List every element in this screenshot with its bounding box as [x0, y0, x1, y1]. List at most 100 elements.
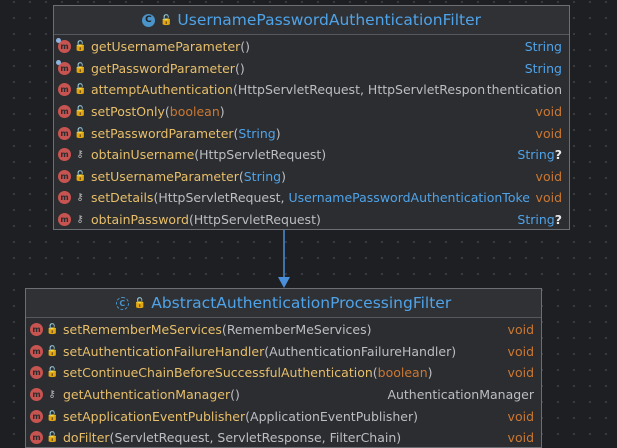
method-signature: getPasswordParameter() — [91, 61, 519, 76]
return-type: Authentication — [486, 82, 562, 97]
return-type-text: void — [535, 104, 562, 120]
method-icon: m — [58, 213, 71, 227]
method-signature: setPasswordParameter(String) — [91, 126, 530, 141]
param-type: HttpServletRequest — [199, 147, 322, 163]
method-icon: m — [30, 409, 43, 423]
close-paren: ) — [234, 387, 240, 403]
protected-key-icon: ⚷ — [76, 192, 84, 204]
method-row[interactable]: m 🔓 setPostOnly(boolean) void — [54, 101, 569, 123]
method-icon: m — [56, 38, 71, 54]
close-paren: ) — [275, 125, 281, 141]
param-type: HttpServletResponse — [367, 82, 486, 98]
method-row[interactable]: m 🔓 getPasswordParameter() String — [54, 58, 569, 80]
class-title: UsernamePasswordAuthenticationFilter — [177, 11, 482, 29]
method-row[interactable]: m 🔓 doFilter(ServletRequest, ServletRespon… — [26, 427, 541, 447]
abstract-class-icon: C — [115, 296, 129, 310]
method-icon: m — [58, 169, 71, 183]
public-lock-icon: 🔓 — [74, 84, 87, 96]
method-icon: m — [30, 388, 43, 402]
method-signature: getUsernameParameter() — [91, 39, 519, 54]
close-paren: ) — [427, 365, 433, 381]
method-icon: m — [58, 105, 71, 119]
method-signature: setDetails(HttpServletRequest, UsernameP… — [91, 190, 530, 205]
method-icon: m — [56, 59, 71, 75]
public-lock-icon: 🔓 — [46, 345, 59, 357]
method-row[interactable]: m 🔓 setPasswordParameter(String) void — [54, 122, 569, 144]
method-row[interactable]: m ⚷ obtainPassword(HttpServletRequest) Stri… — [54, 209, 569, 229]
return-type: void — [530, 169, 562, 184]
public-lock-icon: 🔓 — [159, 14, 173, 26]
method-list: m 🔓 getUsernameParameter() String m 🔓 getPassw… — [54, 35, 569, 229]
class-box-username-password-authentication-filter[interactable]: C 🔓 UsernamePasswordAuthenticationFilter… — [53, 5, 570, 230]
method-signature: getAuthenticationManager() — [63, 387, 381, 402]
class-header: C 🔓 UsernamePasswordAuthenticationFilter — [54, 6, 569, 35]
return-type: void — [530, 190, 562, 205]
param-separator: , — [359, 82, 368, 98]
method-name: attemptAuthentication — [91, 82, 233, 98]
protected-key-icon: ⚷ — [48, 389, 56, 401]
method-row[interactable]: m 🔓 getUsernameParameter() String — [54, 36, 569, 58]
method-row[interactable]: m 🔓 setApplicationEventPublisher(Applicati… — [26, 405, 541, 427]
close-paren: ) — [366, 322, 372, 338]
method-signature: setAuthenticationFailureHandler(Authenti… — [63, 344, 502, 359]
method-name: setDetails — [91, 190, 154, 206]
return-type-text: void — [507, 322, 534, 338]
return-type-text: String — [517, 147, 555, 163]
method-signature: attemptAuthentication(HttpServletRequest… — [91, 82, 486, 97]
class-box-abstract-authentication-processing-filter[interactable]: C 🔓 AbstractAuthenticationProcessingFilt… — [25, 288, 542, 448]
return-type: void — [502, 322, 534, 337]
close-paren: ) — [219, 104, 225, 120]
method-icon: m — [30, 366, 43, 380]
param-type: HttpServletRequest — [237, 82, 360, 98]
param-type: HttpServletRequest — [158, 190, 281, 206]
return-type-text: void — [507, 408, 534, 424]
method-row[interactable]: m 🔓 attemptAuthentication(HttpServletReque… — [54, 79, 569, 101]
method-signature: obtainUsername(HttpServletRequest) — [91, 147, 511, 162]
return-type: void — [502, 430, 534, 445]
method-name: setApplicationEventPublisher — [63, 408, 246, 424]
method-icon: m — [30, 431, 43, 445]
method-row[interactable]: m 🔓 setContinueChainBeforeSuccessfulAuthen… — [26, 362, 541, 384]
param-type: boolean — [169, 104, 220, 120]
return-type-text: void — [535, 125, 562, 141]
method-signature: setRememberMeServices(RememberMeServices… — [63, 322, 502, 337]
param-type: ServletResponse — [217, 430, 322, 446]
method-name: setUsernameParameter — [91, 168, 239, 184]
return-type: String? — [511, 212, 562, 227]
close-paren: ) — [396, 430, 402, 446]
method-row[interactable]: m ⚷ obtainUsername(HttpServletRequest) Stri… — [54, 144, 569, 166]
close-paren: ) — [239, 60, 245, 76]
method-name: getAuthenticationManager — [63, 387, 231, 403]
method-row[interactable]: m 🔓 setUsernameParameter(String) void — [54, 166, 569, 188]
return-type: void — [530, 104, 562, 119]
method-name: setContinueChainBeforeSuccessfulAuthenti… — [63, 365, 373, 381]
public-lock-icon: 🔓 — [133, 297, 147, 309]
close-paren: ) — [281, 168, 286, 184]
method-icon: m — [30, 344, 43, 358]
protected-key-icon: ⚷ — [76, 214, 84, 226]
param-type: ServletRequest — [114, 430, 210, 446]
return-type: String — [519, 61, 562, 76]
return-type: void — [502, 409, 534, 424]
return-type: void — [530, 126, 562, 141]
method-row[interactable]: m 🔓 setRememberMeServices(RememberMeServic… — [26, 319, 541, 341]
close-paren: ) — [451, 343, 457, 359]
public-lock-icon: 🔓 — [46, 324, 59, 336]
class-title: AbstractAuthenticationProcessingFilter — [151, 294, 452, 312]
return-type: void — [502, 365, 534, 380]
method-name: doFilter — [63, 430, 110, 446]
method-icon: m — [58, 83, 71, 97]
return-type-text: String — [524, 60, 562, 76]
return-type-text: void — [507, 343, 534, 359]
method-row[interactable]: m ⚷ getAuthenticationManager() Authenticati… — [26, 384, 541, 406]
method-signature: setContinueChainBeforeSuccessfulAuthenti… — [63, 365, 502, 380]
public-lock-icon: 🔓 — [74, 106, 87, 118]
close-paren: ) — [315, 212, 321, 228]
close-paren: ) — [413, 408, 418, 424]
return-type: String? — [511, 147, 562, 162]
param-type: UsernamePasswordAuthenticationToken — [288, 190, 530, 206]
method-row[interactable]: m 🔓 setAuthenticationFailureHandler(Authen… — [26, 341, 541, 363]
public-lock-icon: 🔓 — [74, 127, 87, 139]
method-signature: obtainPassword(HttpServletRequest) — [91, 212, 511, 227]
method-row[interactable]: m ⚷ setDetails(HttpServletRequest, Usernam… — [54, 187, 569, 209]
